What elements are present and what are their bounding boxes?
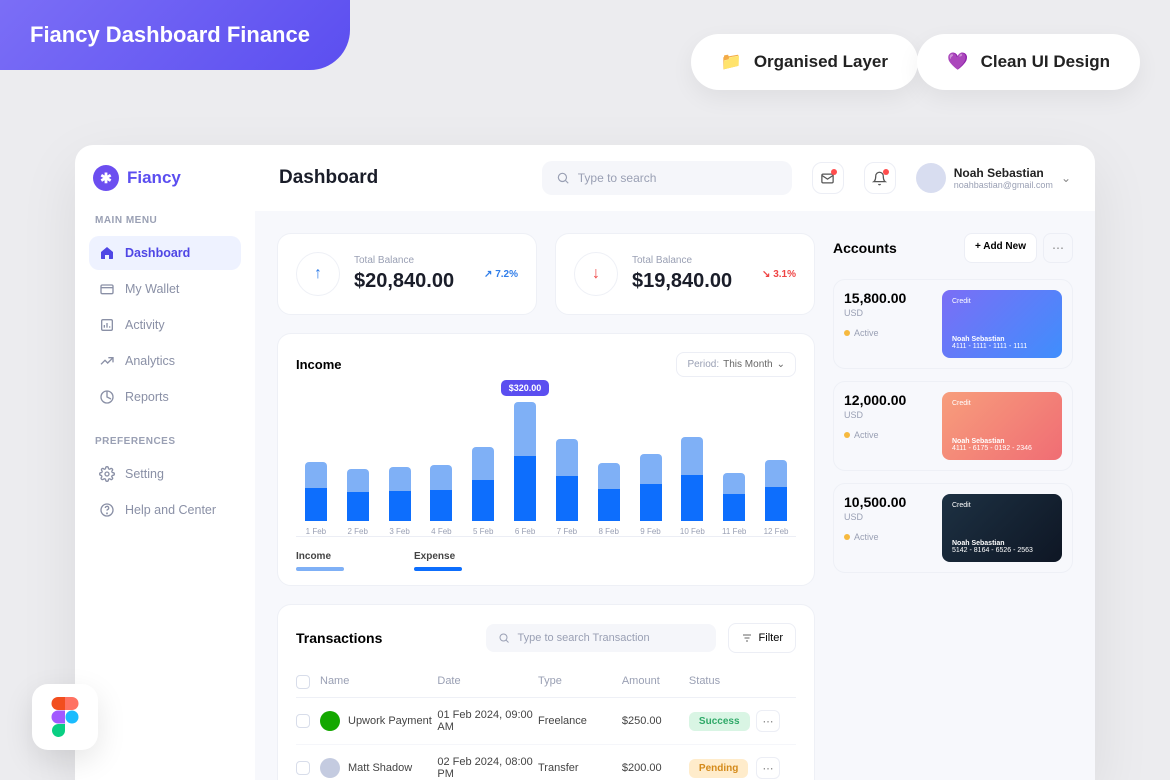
main-area: Dashboard Type to search Noah Sebastian (255, 145, 1095, 780)
chart-tooltip: $320.00 (501, 380, 550, 396)
notification-dot (883, 169, 889, 175)
credit-card: CreditNoah Sebastian4111 - 1111 - 1111 -… (942, 290, 1062, 358)
chevron-down-icon: ⌄ (1061, 171, 1071, 185)
income-chart-card: Income Period: This Month ⌄ 1 Feb 2 Feb 3 … (277, 333, 815, 586)
inbox-button[interactable] (812, 162, 844, 194)
page-title: Dashboard (279, 167, 378, 189)
chart-bar[interactable]: 2 Feb (344, 469, 372, 536)
account-card[interactable]: 10,500.00USDActiveCreditNoah Sebastian51… (833, 483, 1073, 573)
accounts-title: Accounts (833, 240, 897, 256)
chart-bar[interactable]: 3 Feb (386, 467, 414, 536)
legend-expense: Expense (414, 551, 462, 571)
sidebar-item-help-and-center[interactable]: Help and Center (89, 493, 241, 527)
select-all-checkbox[interactable] (296, 675, 310, 689)
chart-bar[interactable]: 12 Feb (762, 460, 790, 536)
chart-bar[interactable]: 7 Feb (553, 439, 581, 536)
accounts-more-button[interactable]: ⋯ (1043, 233, 1073, 263)
nav-icon (99, 245, 115, 261)
chart-bar[interactable]: 1 Feb (302, 462, 330, 536)
sidebar: ✱ Fiancy MAIN MENU DashboardMy WalletAct… (75, 145, 255, 780)
bell-button[interactable] (864, 162, 896, 194)
heart-icon: 💜 (947, 52, 968, 72)
stat-card: ↓Total Balance$19,840.00↘ 3.1% (555, 233, 815, 315)
row-more-button[interactable]: ⋯ (756, 757, 780, 779)
chevron-down-icon: ⌄ (777, 359, 785, 370)
row-more-button[interactable]: ⋯ (756, 710, 780, 732)
chart-bar[interactable]: 9 Feb (637, 454, 665, 536)
stat-delta: ↗ 7.2% (484, 269, 518, 280)
credit-card: CreditNoah Sebastian4111 - 6175 - 0192 -… (942, 392, 1062, 460)
stat-card: ↑Total Balance$20,840.00↗ 7.2% (277, 233, 537, 315)
promo-title: Fiancy Dashboard Finance (30, 22, 310, 47)
arrow-up-icon: ↑ (296, 252, 340, 296)
sidebar-item-reports[interactable]: Reports (89, 380, 241, 414)
user-email: noahbastian@gmail.com (954, 180, 1053, 190)
transactions-title: Transactions (296, 630, 382, 646)
promo-banner: Fiancy Dashboard Finance (0, 0, 350, 70)
transactions-card: Transactions Type to search Transaction … (277, 604, 815, 780)
row-checkbox[interactable] (296, 714, 310, 728)
period-select[interactable]: Period: This Month ⌄ (676, 352, 796, 377)
search-input[interactable]: Type to search (542, 161, 792, 195)
stat-delta: ↘ 3.1% (762, 269, 796, 280)
chart-bar[interactable]: $320.006 Feb (511, 402, 539, 536)
row-avatar (320, 711, 340, 731)
sidebar-section-prefs: PREFERENCES (89, 436, 241, 447)
row-avatar (320, 758, 340, 778)
add-account-button[interactable]: + Add New (964, 233, 1037, 263)
row-checkbox[interactable] (296, 761, 310, 775)
nav-icon (99, 281, 115, 297)
table-header: Name Date Type Amount Status (296, 667, 796, 698)
filter-button[interactable]: Filter (728, 623, 796, 653)
sidebar-item-setting[interactable]: Setting (89, 457, 241, 491)
sidebar-item-dashboard[interactable]: Dashboard (89, 236, 241, 270)
sidebar-section-main: MAIN MENU (89, 215, 241, 226)
legend-income: Income (296, 551, 344, 571)
chart-bar[interactable]: 8 Feb (595, 463, 623, 536)
sidebar-item-activity[interactable]: Activity (89, 308, 241, 342)
chart-title: Income (296, 357, 342, 372)
nav-icon (99, 317, 115, 333)
sidebar-item-my-wallet[interactable]: My Wallet (89, 272, 241, 306)
search-icon (556, 171, 570, 185)
col-name[interactable]: Name (320, 675, 437, 689)
chart-bar[interactable]: 4 Feb (427, 465, 455, 536)
notification-dot (831, 169, 837, 175)
user-menu[interactable]: Noah Sebastian noahbastian@gmail.com ⌄ (916, 163, 1071, 193)
arrow-down-icon: ↓ (574, 252, 618, 296)
table-row[interactable]: Matt Shadow02 Feb 2024, 08:00 PMTransfer… (296, 745, 796, 780)
figma-icon (51, 697, 79, 737)
account-card[interactable]: 15,800.00USDActiveCreditNoah Sebastian41… (833, 279, 1073, 369)
logo-icon: ✱ (93, 165, 119, 191)
nav-icon (99, 502, 115, 518)
sidebar-item-analytics[interactable]: Analytics (89, 344, 241, 378)
app-window: ✱ Fiancy MAIN MENU DashboardMy WalletAct… (75, 145, 1095, 780)
nav-icon (99, 353, 115, 369)
chart-bar[interactable]: 5 Feb (469, 447, 497, 536)
table-row[interactable]: Upwork Payment01 Feb 2024, 09:00 AMFreel… (296, 698, 796, 745)
promo-pill-design: 💜 Clean UI Design (917, 34, 1140, 90)
nav-icon (99, 466, 115, 482)
nav-icon (99, 389, 115, 405)
credit-card: CreditNoah Sebastian5142 - 8164 - 6526 -… (942, 494, 1062, 562)
brand-logo[interactable]: ✱ Fiancy (89, 165, 241, 191)
account-card[interactable]: 12,000.00USDActiveCreditNoah Sebastian41… (833, 381, 1073, 471)
user-name: Noah Sebastian (954, 166, 1053, 180)
figma-badge (32, 684, 98, 750)
promo-pill-layer: 📁 Organised Layer (691, 34, 918, 90)
chart-bar[interactable]: 10 Feb (678, 437, 706, 536)
folder-icon: 📁 (721, 52, 742, 72)
transactions-search[interactable]: Type to search Transaction (486, 624, 716, 652)
avatar (916, 163, 946, 193)
chart-bar[interactable]: 11 Feb (720, 473, 748, 536)
header: Dashboard Type to search Noah Sebastian (255, 145, 1095, 211)
status-badge: Pending (689, 759, 748, 778)
status-badge: Success (689, 712, 750, 731)
